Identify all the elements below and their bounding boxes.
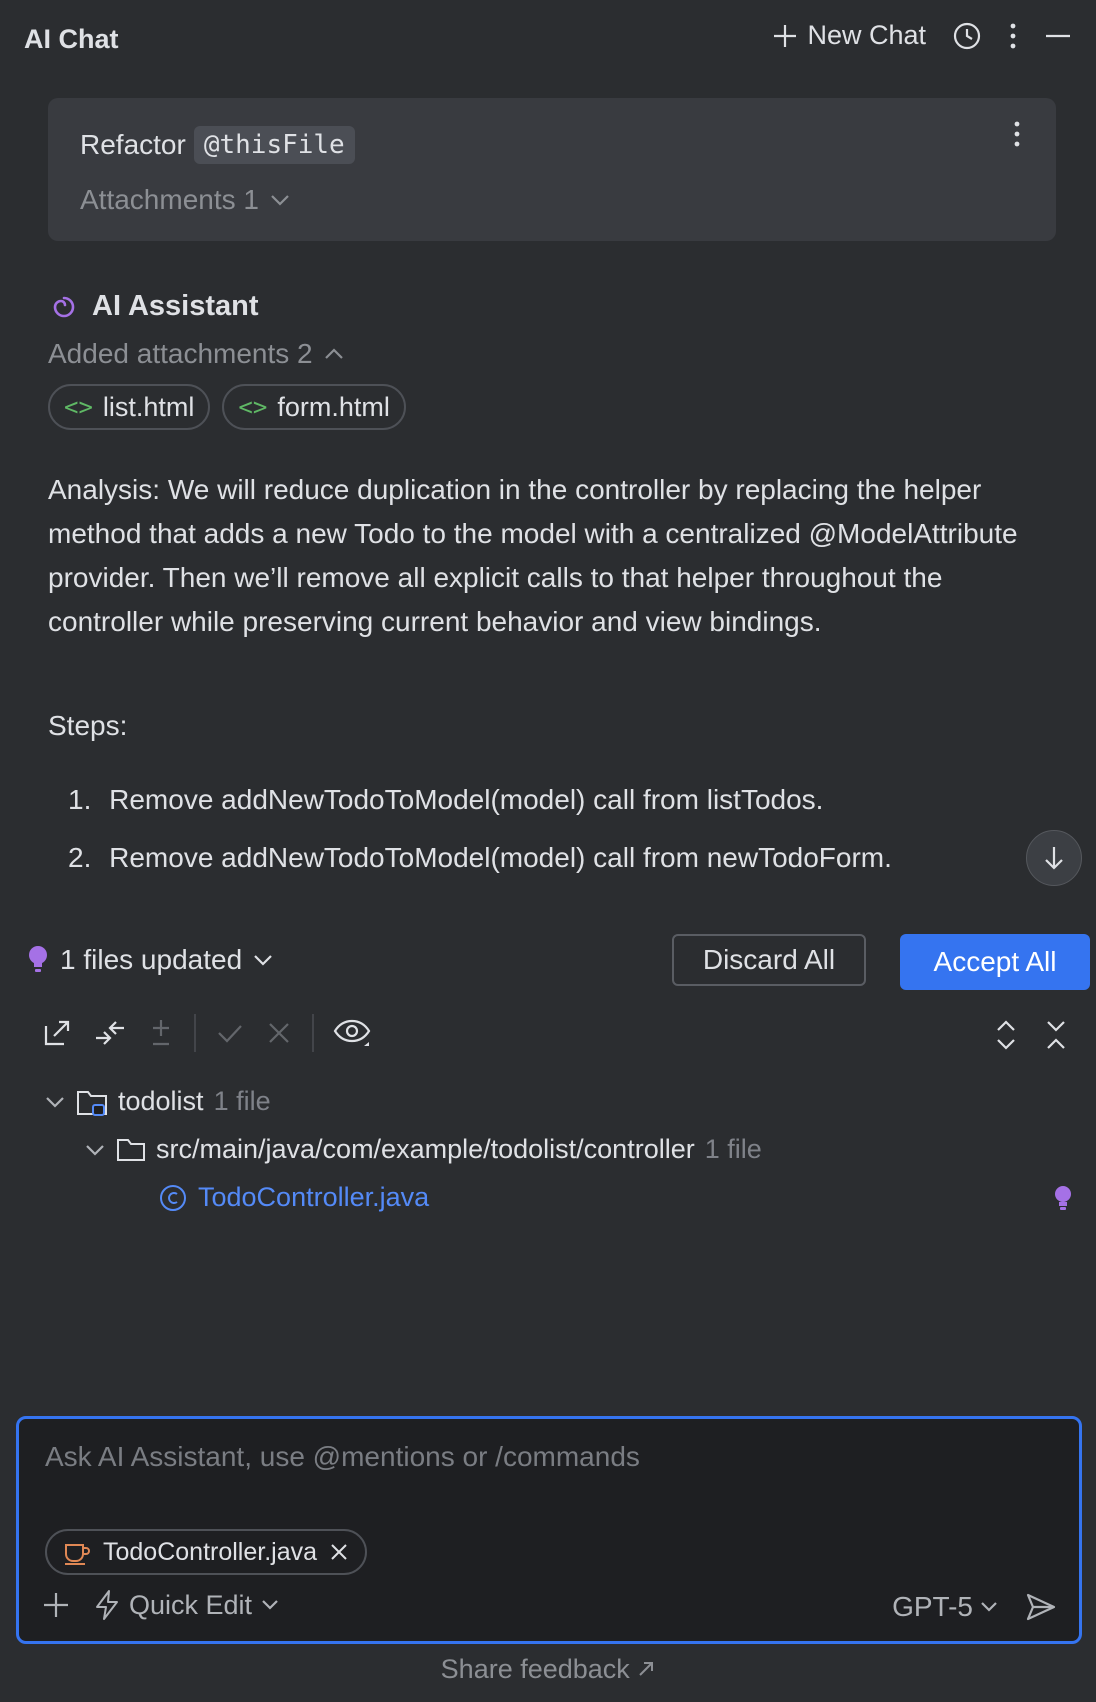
changes-toolbar — [40, 1014, 372, 1052]
folder-file-count: 1 file — [704, 1134, 762, 1164]
plus-minus-icon — [146, 1016, 176, 1050]
user-message-card: Refactor @thisFile Attachments 1 — [48, 98, 1056, 241]
step-item: 2. Remove addNewTodoToModel(model) call … — [68, 842, 892, 874]
step-text: Remove addNewTodoToModel(model) call fro… — [109, 842, 892, 873]
bulb-icon — [1052, 1184, 1074, 1214]
minimize-icon[interactable] — [1044, 22, 1072, 50]
share-feedback-link[interactable]: Share feedback — [0, 1654, 1096, 1685]
tree-file-row[interactable]: TodoController.java — [158, 1182, 429, 1213]
new-chat-label: New Chat — [807, 20, 926, 50]
chat-input-placeholder[interactable]: Ask AI Assistant, use @mentions or /comm… — [45, 1441, 640, 1473]
project-file-count: 1 file — [213, 1086, 271, 1116]
assistant-analysis: Analysis: We will reduce duplication in … — [48, 474, 1018, 637]
chevron-up-icon — [323, 347, 345, 361]
share-feedback-label: Share feedback — [440, 1654, 630, 1684]
added-attachments-toggle[interactable]: Added attachments 2 — [48, 338, 345, 370]
chat-input-box[interactable]: Ask AI Assistant, use @mentions or /comm… — [16, 1416, 1082, 1644]
added-attachments-label: Added attachments 2 — [48, 338, 313, 369]
plus-icon[interactable] — [41, 1590, 71, 1620]
plus-icon — [771, 22, 799, 50]
tree-folder-row[interactable]: src/main/java/com/example/todolist/contr… — [84, 1134, 762, 1165]
step-number: 1. — [68, 784, 92, 815]
input-actions: Quick Edit — [41, 1589, 280, 1621]
collapse-icon[interactable] — [1044, 1018, 1068, 1052]
file-mention[interactable]: @thisFile — [193, 126, 355, 164]
model-label: GPT-5 — [892, 1591, 973, 1622]
ai-spiral-icon — [50, 293, 78, 321]
lightning-icon — [93, 1589, 121, 1621]
open-in-editor-icon[interactable] — [40, 1016, 74, 1050]
context-file-name: TodoController.java — [103, 1537, 318, 1566]
attachment-chips: <> list.html <> form.html — [48, 384, 406, 430]
scroll-to-bottom-button[interactable] — [1026, 830, 1082, 886]
tree-project-row[interactable]: todolist 1 file — [44, 1086, 271, 1117]
merge-icon[interactable] — [92, 1016, 128, 1050]
chevron-down-icon — [979, 1600, 999, 1614]
chevron-down-icon[interactable] — [84, 1143, 106, 1157]
quick-edit-label: Quick Edit — [129, 1589, 253, 1620]
header-actions: New Chat — [771, 20, 1072, 51]
panel-title: AI Chat — [24, 24, 119, 54]
code-icon: <> — [238, 393, 268, 421]
arrow-up-right-icon — [637, 1660, 655, 1678]
assistant-name: AI Assistant — [92, 290, 259, 322]
tree-view-controls — [994, 1018, 1068, 1052]
chevron-down-icon[interactable] — [44, 1095, 66, 1109]
steps-heading: Steps: — [48, 710, 128, 741]
chevron-down-icon — [269, 193, 291, 207]
project-name: todolist — [118, 1086, 204, 1116]
bulb-icon — [26, 944, 50, 976]
quick-edit-dropdown[interactable]: Quick Edit — [93, 1589, 280, 1621]
step-item: 1. Remove addNewTodoToModel(model) call … — [68, 784, 823, 816]
attachment-name: list.html — [102, 391, 195, 422]
eye-icon[interactable] — [332, 1016, 372, 1050]
files-updated-label: 1 files updated — [60, 944, 243, 975]
code-icon: <> — [64, 393, 93, 421]
chevron-down-icon — [260, 1598, 280, 1612]
attachments-toggle[interactable]: Attachments 1 — [80, 184, 291, 216]
user-message-text: Refactor @thisFile — [80, 126, 355, 164]
expand-icon[interactable] — [994, 1018, 1018, 1052]
class-icon — [158, 1183, 188, 1213]
close-icon[interactable] — [329, 1542, 349, 1562]
accept-all-button[interactable]: Accept All — [900, 934, 1090, 990]
more-vertical-icon[interactable] — [1012, 120, 1022, 148]
discard-all-button[interactable]: Discard All — [672, 934, 866, 986]
java-file-icon — [63, 1539, 91, 1565]
arrow-down-icon — [1043, 845, 1065, 871]
files-updated-toggle[interactable]: 1 files updated — [26, 944, 274, 976]
chevron-down-icon — [252, 953, 274, 967]
attachment-chip[interactable]: <> form.html — [222, 384, 406, 430]
attachments-label: Attachments 1 — [80, 184, 259, 215]
folder-icon — [116, 1136, 146, 1164]
toolbar-separator — [312, 1014, 314, 1052]
step-number: 2. — [68, 842, 92, 873]
toolbar-separator — [194, 1014, 196, 1052]
assistant-header: AI Assistant — [50, 290, 259, 323]
step-text: Remove addNewTodoToModel(model) call fro… — [109, 784, 824, 815]
model-selector[interactable]: GPT-5 — [892, 1591, 999, 1623]
new-chat-button[interactable]: New Chat — [771, 20, 926, 51]
check-icon — [214, 1016, 246, 1050]
attachment-chip[interactable]: <> list.html — [48, 384, 211, 430]
user-message-body: Refactor — [80, 129, 186, 160]
attachment-name: form.html — [277, 391, 390, 422]
file-name-link[interactable]: TodoController.java — [198, 1182, 429, 1213]
close-icon — [264, 1016, 294, 1050]
folder-path: src/main/java/com/example/todolist/contr… — [156, 1134, 695, 1164]
send-icon[interactable] — [1025, 1591, 1057, 1623]
more-vertical-icon[interactable] — [1008, 22, 1018, 50]
history-icon[interactable] — [952, 21, 982, 51]
context-file-chip[interactable]: TodoController.java — [45, 1529, 368, 1575]
folder-icon — [76, 1087, 108, 1117]
